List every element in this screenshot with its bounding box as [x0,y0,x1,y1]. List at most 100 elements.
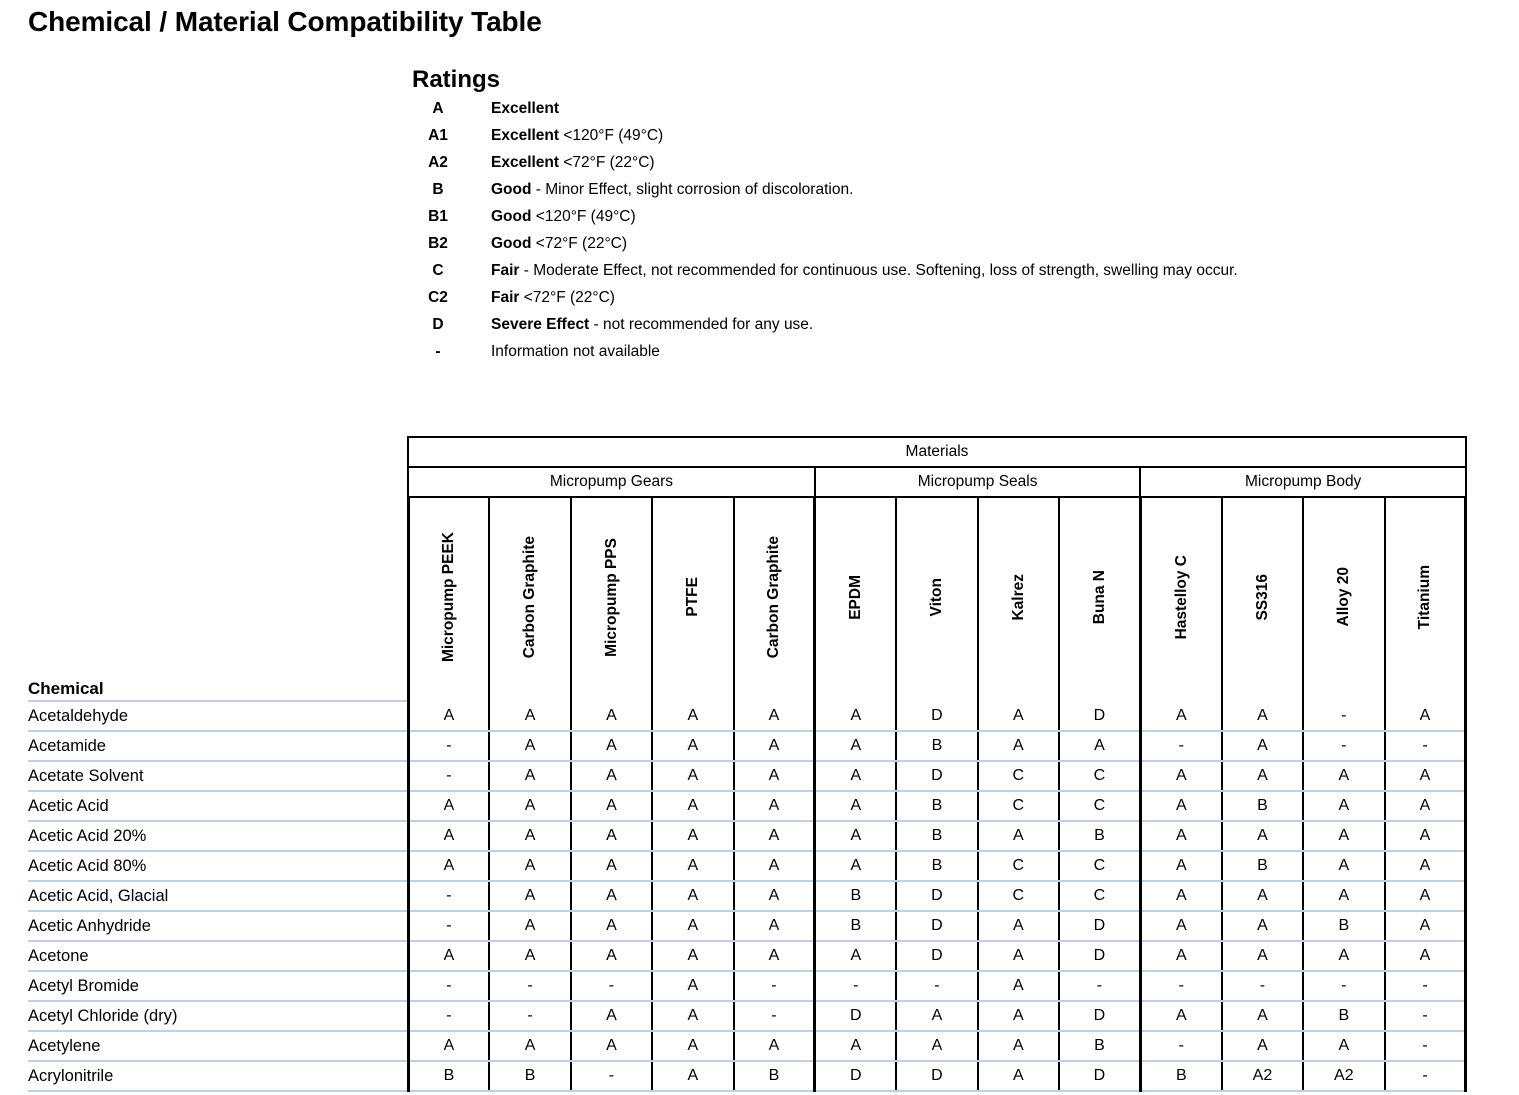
rating-description: Good <120°F (49°C) [464,208,636,226]
rating-cell: A [976,1031,1061,1062]
rating-description-detail: <72°F (22°C) [519,289,615,306]
rating-cell: A [732,731,817,762]
rating-description-detail: - Minor Effect, slight corrosion of disc… [531,181,854,198]
rating-cell: A [1302,851,1386,882]
rating-cell: C [976,761,1061,792]
rating-cell: - [406,1001,491,1032]
rating-cell: A [651,1001,735,1032]
column-header-viton: Viton [895,497,979,701]
rating-cell: C [1057,851,1142,882]
rating-cell: A [1138,851,1223,882]
rating-cell: - [1138,971,1223,1002]
rating-cell: A [895,1031,979,1062]
header-row-materials: Materials [28,436,1467,468]
column-group-header: Micropump Seals [813,466,1142,498]
rating-cell: A [1383,881,1468,912]
column-header-label: Micropump PPS [602,537,620,657]
header-spacer-materials [28,437,408,467]
rating-legend-row: A1 Excellent <120°F (49°C) [412,127,1502,154]
column-group-header: Micropump Body [1139,466,1467,498]
rating-cell: A [488,701,572,732]
rating-description: Good - Minor Effect, slight corrosion of… [464,181,853,199]
rating-cell: - [406,971,491,1002]
rating-cell: A [569,881,654,912]
column-header-hastelloy-c: Hastelloy C [1138,497,1223,701]
column-header-micropump-peek: Micropump PEEK [406,497,491,701]
rating-cell: A [406,851,491,882]
rating-cell: A [488,851,572,882]
rating-code: B [432,181,444,198]
rating-cell: A [976,731,1061,762]
rating-cell: A [1220,761,1305,792]
header-spacer-groups [28,467,408,497]
column-header-label: Buna N [1090,569,1108,625]
rating-cell: A [651,791,735,822]
rating-cell: D [895,1061,979,1092]
chemical-name-cell: Acetic Acid 20% [28,821,408,852]
column-header-ss316: SS316 [1220,497,1305,701]
header-row-column-titles: Chemical Micropump PEEK Carbon Graphite Mi… [28,497,1468,702]
rating-cell: A [976,1001,1061,1032]
rating-legend-row: B2 Good <72°F (22°C) [412,235,1502,262]
rating-code: A1 [428,127,448,144]
rating-cell: A [732,881,817,912]
rating-cell: A [1220,1001,1305,1032]
rating-cell: D [1057,1061,1142,1092]
rating-cell: A [1220,881,1305,912]
rating-cell: B [895,851,979,882]
rating-description-keyword: Fair [491,289,520,306]
rating-cell: A [569,791,654,822]
rating-cell: A [651,1031,735,1062]
table-row: Acetic Acid A A A A A A B C C A B A A [28,791,1468,822]
chemical-name-cell: Acetylene [28,1031,408,1062]
chemical-name-cell: Acetyl Bromide [28,971,408,1002]
column-header-carbon-graphite: Carbon Graphite [732,497,817,701]
rating-cell: A [1220,1031,1305,1062]
rating-cell: A [813,701,898,732]
header-row-groups: Micropump Gears Micropump Seals Micropump … [28,466,1467,498]
rating-cell: - [1383,1001,1468,1032]
rating-cell: D [895,761,979,792]
rating-legend-row: - Information not available [412,343,1502,370]
rating-description-keyword: Excellent [491,154,560,171]
rating-cell: A [406,821,491,852]
rating-cell: A [1383,701,1468,732]
column-header-epdm: EPDM [813,497,898,701]
compatibility-table-container: Materials Micropump Gears Micropump Seals… [28,436,1468,1092]
rating-cell: C [976,881,1061,912]
rating-cell: D [813,1061,898,1092]
rating-code: B1 [428,208,448,225]
rating-cell: A [895,1001,979,1032]
rating-cell: B [1057,1031,1142,1062]
rating-cell: A2 [1302,1061,1386,1092]
table-row: Acetyl Bromide - - - A - - - A - - - - - [28,971,1468,1002]
rating-cell: A [1220,731,1305,762]
rating-cell: A [488,911,572,942]
rating-legend-row: C Fair - Moderate Effect, not recommended… [412,262,1502,289]
rating-cell: A [406,941,491,972]
rating-cell: - [569,1061,654,1092]
rating-cell: A [569,761,654,792]
rating-description-keyword: Good [491,235,532,252]
column-header-label: SS316 [1253,573,1271,621]
rating-cell: D [813,1001,898,1032]
rating-cell: A [1138,881,1223,912]
rating-cell: A [651,701,735,732]
column-header-label: Micropump PEEK [440,531,458,663]
rating-description-keyword: Good [491,208,532,225]
rating-cell: B [895,791,979,822]
chemical-name-cell: Acetyl Chloride (dry) [28,1001,408,1032]
rating-cell: - [488,971,572,1002]
rating-cell: B [406,1061,491,1092]
rating-cell: A [1383,761,1468,792]
column-header-label: Hastelloy C [1172,554,1190,640]
rating-code: C [432,262,444,279]
rating-cell: A [1057,731,1142,762]
rating-cell: - [1302,731,1386,762]
rating-cell: A [976,911,1061,942]
column-header-label: Titanium [1416,564,1434,630]
table-row: Acetic Acid, Glacial - A A A A B D C C A A A A [28,881,1468,912]
rating-cell: - [732,971,817,1002]
rating-description: Severe Effect - not recommended for any … [464,316,813,334]
rating-cell: A [651,821,735,852]
